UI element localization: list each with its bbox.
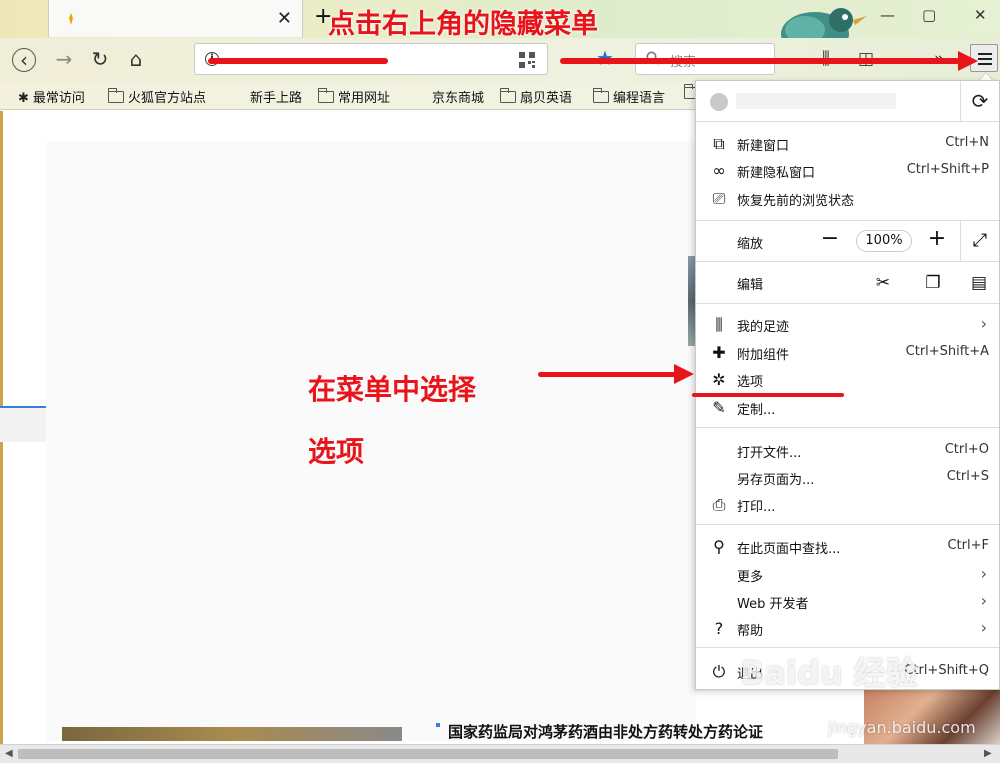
menu-item-save-page[interactable]: 另存页面为... Ctrl+S <box>696 464 999 491</box>
tab-favicon-icon <box>69 13 73 25</box>
blank-content-area <box>46 141 696 741</box>
grey-band <box>0 408 46 442</box>
puzzle-icon: ✚ <box>712 343 726 362</box>
restore-icon: ⎚ <box>712 189 726 208</box>
menu-item-private-window[interactable]: ∞ 新建隐私窗口 Ctrl+Shift+P <box>696 157 999 184</box>
annotation-arrow-line-options <box>538 372 678 377</box>
sync-icon[interactable]: ⟳ <box>960 81 999 122</box>
window-close-icon[interactable]: ✕ <box>974 6 987 24</box>
account-row[interactable]: ⟳ <box>696 81 999 122</box>
bookmark-common-sites[interactable]: 常用网址 <box>317 87 390 106</box>
mask-icon: ∞ <box>712 161 726 180</box>
annotation-underline-url <box>208 58 388 64</box>
menu-item-library[interactable]: ⫼ 我的足迹 › <box>696 311 999 338</box>
help-icon: ? <box>714 619 724 638</box>
minimize-icon[interactable]: — <box>880 6 895 24</box>
paste-icon[interactable]: ▤ <box>968 272 990 294</box>
reload-icon[interactable]: ↻ <box>88 48 112 72</box>
folder-icon <box>499 88 516 103</box>
chevron-right-icon: › <box>980 591 987 610</box>
tab-close-icon[interactable]: ✕ <box>277 8 292 29</box>
annotation-arrow-line <box>560 58 960 64</box>
menu-item-addons[interactable]: ✚ 附加组件 Ctrl+Shift+A <box>696 339 999 366</box>
back-icon[interactable]: ‹ <box>12 48 36 72</box>
annotation-underline-options <box>692 393 844 397</box>
scrollbar-thumb[interactable] <box>18 749 838 759</box>
menu-separator <box>696 427 999 428</box>
annotation-arrowhead <box>958 51 978 71</box>
browser-tab[interactable]: ✕ <box>48 0 303 37</box>
chevron-right-icon: › <box>980 618 987 637</box>
annotation-top: 点击右上角的隐藏菜单 <box>328 9 598 40</box>
folder-icon <box>592 88 609 103</box>
menu-item-open-file[interactable]: 打开文件... Ctrl+O <box>696 437 999 464</box>
bookmark-shanbay[interactable]: 扇贝英语 <box>499 87 572 106</box>
menu-item-web-developer[interactable]: Web 开发者 › <box>696 588 999 615</box>
menu-item-more[interactable]: 更多 › <box>696 561 999 588</box>
theme-bird-decoration <box>781 8 867 38</box>
menu-item-help[interactable]: ? 帮助 › <box>696 615 999 642</box>
menu-separator <box>696 303 999 304</box>
zoom-level[interactable]: 100% <box>856 230 912 252</box>
fullscreen-icon[interactable]: ⤢ <box>960 221 999 261</box>
bookmark-most-visited[interactable]: ✱ 最常访问 <box>18 87 85 106</box>
avatar-icon <box>710 93 728 111</box>
bookmark-getting-started[interactable]: 新手上路 <box>250 87 302 106</box>
annotation-middle-line2: 选项 <box>308 435 365 468</box>
zoom-out-icon[interactable]: − <box>817 227 843 253</box>
menu-item-find[interactable]: ⚲ 在此页面中查找... Ctrl+F <box>696 533 999 560</box>
zoom-in-icon[interactable]: + <box>924 227 950 253</box>
banner-image[interactable] <box>62 727 402 741</box>
folder-icon <box>107 88 124 103</box>
search-icon: ⚲ <box>713 537 725 556</box>
new-window-icon: ⧉ <box>713 134 725 153</box>
forward-icon[interactable]: → <box>52 48 76 72</box>
power-icon: ⏻ <box>712 662 726 681</box>
bookmark-jd-mall[interactable]: 京东商城 <box>432 87 484 106</box>
menu-item-restore-session[interactable]: ⎚ 恢复先前的浏览状态 <box>696 185 999 212</box>
qr-code-icon[interactable] <box>519 52 535 68</box>
menu-item-customize[interactable]: ✎ 定制... <box>696 394 999 421</box>
watermark: Baidu 经验 <box>740 654 918 692</box>
chevron-right-icon: › <box>980 564 987 583</box>
bookmark-programming[interactable]: 编程语言 <box>592 87 665 106</box>
library-icon: ⫼ <box>715 315 723 334</box>
paintbrush-icon: ✎ <box>712 398 726 417</box>
cut-icon[interactable]: ✂ <box>872 272 894 294</box>
folder-icon <box>317 88 334 103</box>
scroll-right-icon[interactable]: ▶ <box>984 748 992 759</box>
maximize-icon[interactable]: ▢ <box>922 6 936 24</box>
gear-icon: ✲ <box>712 370 726 389</box>
account-name <box>736 93 896 109</box>
menu-separator <box>696 524 999 525</box>
menu-item-new-window[interactable]: ⧉ 新建窗口 Ctrl+N <box>696 130 999 157</box>
chevron-right-icon: › <box>980 314 987 333</box>
copy-icon[interactable]: ❐ <box>922 272 944 294</box>
watermark-url: jingyan.baidu.com <box>828 718 976 737</box>
app-menu-panel: ⟳ ⧉ 新建窗口 Ctrl+N ∞ 新建隐私窗口 Ctrl+Shift+P ⎚ … <box>695 80 1000 690</box>
headline-bullet <box>436 723 440 727</box>
zoom-controls: 缩放 − 100% + ⤢ <box>696 221 999 261</box>
star-icon: ✱ <box>18 91 29 106</box>
scroll-left-icon[interactable]: ◀ <box>5 748 13 759</box>
bookmark-firefox-site[interactable]: 火狐官方站点 <box>107 87 206 106</box>
menu-item-options[interactable]: ✲ 选项 <box>696 366 999 393</box>
annotation-arrowhead-options <box>674 364 694 384</box>
annotation-middle-line1: 在菜单中选择 <box>308 373 477 406</box>
home-icon[interactable]: ⌂ <box>124 48 148 72</box>
printer-icon: ⎙ <box>712 495 726 514</box>
horizontal-scrollbar[interactable]: ◀ ▶ <box>0 744 1000 763</box>
menu-item-print[interactable]: ⎙ 打印... <box>696 491 999 518</box>
edit-controls: 编辑 ✂ ❐ ▤ <box>696 262 999 302</box>
news-headline[interactable]: 国家药监局对鸿茅药酒由非处方药转处方药论证 <box>448 721 763 742</box>
